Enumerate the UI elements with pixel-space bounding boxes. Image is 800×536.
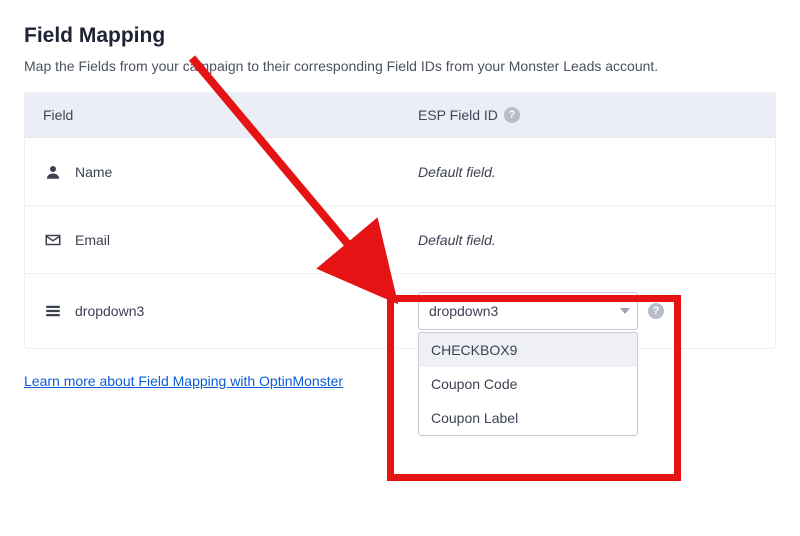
esp-cell-name: Default field.: [400, 146, 775, 198]
chevron-down-icon[interactable]: [620, 308, 630, 314]
field-cell-dropdown: dropdown3: [25, 284, 400, 338]
dropdown-option[interactable]: Coupon Label: [419, 401, 637, 435]
esp-field-dropdown: CHECKBOX9 Coupon Code Coupon Label: [418, 332, 638, 436]
esp-field-input[interactable]: [418, 292, 638, 330]
column-header-esp-label: ESP Field ID: [418, 107, 498, 123]
default-field-text: Default field.: [418, 164, 496, 180]
field-label: dropdown3: [75, 303, 144, 319]
field-cell-name: Name: [25, 145, 400, 199]
dropdown-option[interactable]: Coupon Code: [419, 367, 637, 401]
envelope-icon: [43, 231, 63, 249]
esp-field-combo: CHECKBOX9 Coupon Code Coupon Label: [418, 292, 638, 330]
column-header-field-label: Field: [43, 107, 73, 123]
esp-cell-email: Default field.: [400, 214, 775, 266]
help-icon[interactable]: ?: [504, 107, 520, 123]
list-icon: [43, 302, 63, 320]
esp-cell-dropdown: CHECKBOX9 Coupon Code Coupon Label ?: [400, 274, 775, 348]
table-row: dropdown3 CHECKBOX9 Coupon Code Coupon L…: [25, 274, 775, 348]
table-header-row: Field ESP Field ID ?: [25, 93, 775, 138]
field-label: Email: [75, 232, 110, 248]
page-title: Field Mapping: [24, 24, 776, 48]
learn-more-link[interactable]: Learn more about Field Mapping with Opti…: [24, 373, 343, 389]
table-row: Name Default field.: [25, 138, 775, 206]
dropdown-option[interactable]: CHECKBOX9: [419, 333, 637, 367]
field-cell-email: Email: [25, 213, 400, 267]
field-label: Name: [75, 164, 112, 180]
person-icon: [43, 163, 63, 181]
page-subtitle: Map the Fields from your campaign to the…: [24, 58, 776, 74]
table-row: Email Default field.: [25, 206, 775, 274]
help-icon[interactable]: ?: [648, 303, 664, 319]
field-mapping-table: Field ESP Field ID ? Name Default field.…: [24, 92, 776, 349]
column-header-field: Field: [25, 93, 400, 137]
column-header-esp: ESP Field ID ?: [400, 93, 775, 137]
default-field-text: Default field.: [418, 232, 496, 248]
